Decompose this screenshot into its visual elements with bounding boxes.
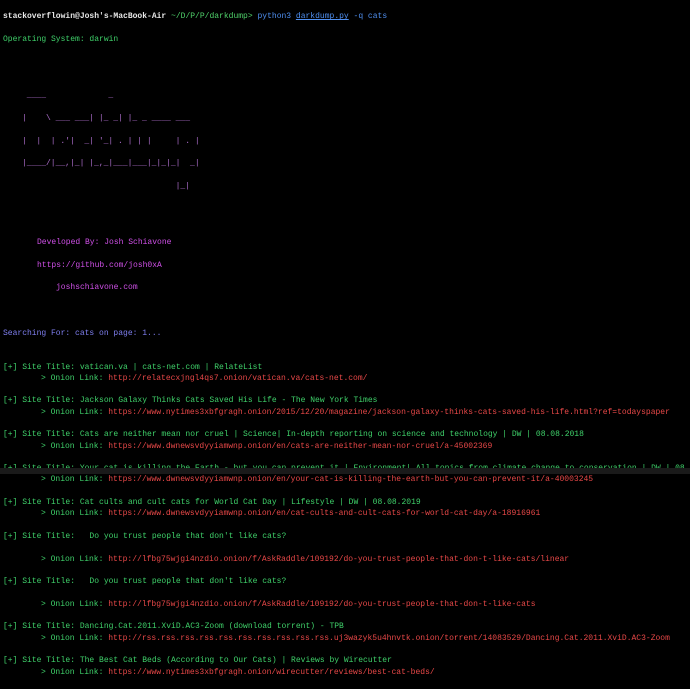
onion-link[interactable]: http://lfbg75wjgi4nzdio.onion/f/AskRaddl… <box>108 600 535 609</box>
developer-credit: Developed By: Josh Schiavone <box>37 238 172 248</box>
title-prefix: [+] Site Title: <box>3 430 80 440</box>
onion-link-line: > Onion Link: https://www.dwnewsvdyyiamw… <box>3 441 690 452</box>
website-link[interactable]: joshschiavone.com <box>3 282 690 293</box>
onion-link-line: > Onion Link: https://www.nytimes3xbfgra… <box>3 667 690 678</box>
onion-link-line: > Onion Link: https://www.dwnewsvdyyiamw… <box>3 508 690 519</box>
banner-art-line: | | | .'| _| '_| . | | | | . | <box>22 136 200 146</box>
site-title: Dancing.Cat.2011.XviD.AC3-Zoom (download… <box>79 622 344 632</box>
prompt-path: ~/D/P/P/darkdump> <box>171 12 253 22</box>
result-item: [+] Site Title: The Best Cat Beds (Accor… <box>3 655 690 678</box>
link-prefix: > Onion Link: <box>41 509 109 519</box>
onion-link[interactable]: https://www.nytimes3xbfgragh.onion/wirec… <box>108 668 434 677</box>
shell-prompt-line: stackoverflowin@Josh's-MacBook-Air ~/D/P… <box>3 11 690 22</box>
banner-art: ____ _ | \ ___ ___| |_ _| |_ _ ____ ___ … <box>3 79 690 203</box>
command-script[interactable]: darkdump.py <box>296 12 349 21</box>
onion-link[interactable]: https://www.nytimes3xbfgragh.onion/2015/… <box>108 408 670 417</box>
site-title-line: [+] Site Title: Dancing.Cat.2011.XviD.AC… <box>3 621 690 632</box>
link-prefix: > Onion Link: <box>41 441 109 451</box>
title-prefix: [+] Site Title: <box>3 622 80 632</box>
banner-art-line: | \ ___ ___| |_ _| |_ _ ____ ___ <box>22 113 191 123</box>
window-bottom-edge <box>0 468 690 474</box>
onion-link-line: > Onion Link: https://www.nytimes3xbfgra… <box>3 407 690 418</box>
title-prefix: [+] Site Title: <box>3 396 80 406</box>
site-title-line: [+] Site Title: Cats are neither mean no… <box>3 429 690 440</box>
site-title: The Best Cat Beds (According to Our Cats… <box>79 656 392 666</box>
link-prefix: > Onion Link: <box>41 373 109 383</box>
onion-link[interactable]: https://www.dwnewsvdyyiamwnp.onion/en/ca… <box>108 442 492 451</box>
onion-link-line: > Onion Link: http://lfbg75wjgi4nzdio.on… <box>3 599 690 610</box>
banner-art-line: |____/|__,|_| |_,_|___|___|_|_|_| _| <box>22 159 200 169</box>
site-title: Do you trust people that don't like cats… <box>79 577 287 587</box>
search-status: Searching For: cats on page: 1... <box>3 328 162 338</box>
banner-art-line: |_| <box>22 181 191 191</box>
site-title-line: [+] Site Title: Cat cults and cult cats … <box>3 497 690 508</box>
site-title: vatican.va | cats-net.com | RelateList <box>79 362 263 372</box>
link-prefix: > Onion Link: <box>41 633 109 643</box>
command-name: python3 <box>257 12 292 22</box>
link-prefix: > Onion Link: <box>41 554 109 564</box>
link-prefix: > Onion Link: <box>41 407 109 417</box>
onion-link[interactable]: http://relatecxjngl4qs7.onion/vatican.va… <box>108 374 367 383</box>
site-title: Cat cults and cult cats for World Cat Da… <box>79 498 421 508</box>
result-item: [+] Site Title: Cats are neither mean no… <box>3 429 690 452</box>
title-prefix: [+] Site Title: <box>3 531 80 541</box>
result-item: [+] Site Title: Jackson Galaxy Thinks Ca… <box>3 395 690 418</box>
terminal-output: stackoverflowin@Josh's-MacBook-Air ~/D/P… <box>3 0 690 689</box>
github-link[interactable]: https://github.com/josh0xA <box>3 260 690 271</box>
onion-link-line: > Onion Link: http://relatecxjngl4qs7.on… <box>3 373 690 384</box>
result-item: [+] Site Title: vatican.va | cats-net.co… <box>3 362 690 385</box>
title-prefix: [+] Site Title: <box>3 577 80 587</box>
banner-art-line: ____ _ <box>22 91 114 101</box>
site-title-line: [+] Site Title: Do you trust people that… <box>3 531 690 542</box>
result-item: [+] Site Title: Do you trust people that… <box>3 531 690 565</box>
prompt-user-host: stackoverflowin@Josh's-MacBook-Air <box>3 12 167 22</box>
results-list: [+] Site Title: vatican.va | cats-net.co… <box>3 350 690 678</box>
onion-link[interactable]: https://www.dwnewsvdyyiamwnp.onion/en/ca… <box>108 509 540 518</box>
onion-link-line: > Onion Link: https://www.dwnewsvdyyiamw… <box>3 474 690 485</box>
site-title-line: [+] Site Title: The Best Cat Beds (Accor… <box>3 655 690 666</box>
onion-link[interactable]: http://rss.rss.rss.rss.rss.rss.rss.rss.r… <box>108 634 670 643</box>
onion-link-line: > Onion Link: http://rss.rss.rss.rss.rss… <box>3 633 690 644</box>
result-item: [+] Site Title: Cat cults and cult cats … <box>3 497 690 520</box>
site-title: Do you trust people that don't like cats… <box>79 531 287 541</box>
title-prefix: [+] Site Title: <box>3 498 80 508</box>
site-title: Cats are neither mean nor cruel | Scienc… <box>79 430 584 440</box>
link-prefix: > Onion Link: <box>41 667 109 677</box>
onion-link-line: > Onion Link: http://lfbg75wjgi4nzdio.on… <box>3 554 690 565</box>
result-item: [+] Site Title: Dancing.Cat.2011.XviD.AC… <box>3 621 690 644</box>
onion-link[interactable]: https://www.dwnewsvdyyiamwnp.onion/en/yo… <box>108 475 593 484</box>
title-prefix: [+] Site Title: <box>3 362 80 372</box>
link-prefix: > Onion Link: <box>41 599 109 609</box>
link-prefix: > Onion Link: <box>41 475 109 485</box>
command-args: -q cats <box>353 12 388 22</box>
site-title: Jackson Galaxy Thinks Cats Saved His Lif… <box>79 396 378 406</box>
result-item: [+] Site Title: Do you trust people that… <box>3 576 690 610</box>
result-item: [+] Site Title: Your cat is killing the … <box>3 463 690 486</box>
onion-link[interactable]: http://lfbg75wjgi4nzdio.onion/f/AskRaddl… <box>108 555 569 564</box>
os-line: Operating System: darwin <box>3 34 119 44</box>
title-prefix: [+] Site Title: <box>3 656 80 666</box>
site-title-line: [+] Site Title: Jackson Galaxy Thinks Ca… <box>3 395 690 406</box>
site-title-line: [+] Site Title: Do you trust people that… <box>3 576 690 587</box>
site-title-line: [+] Site Title: vatican.va | cats-net.co… <box>3 362 690 373</box>
